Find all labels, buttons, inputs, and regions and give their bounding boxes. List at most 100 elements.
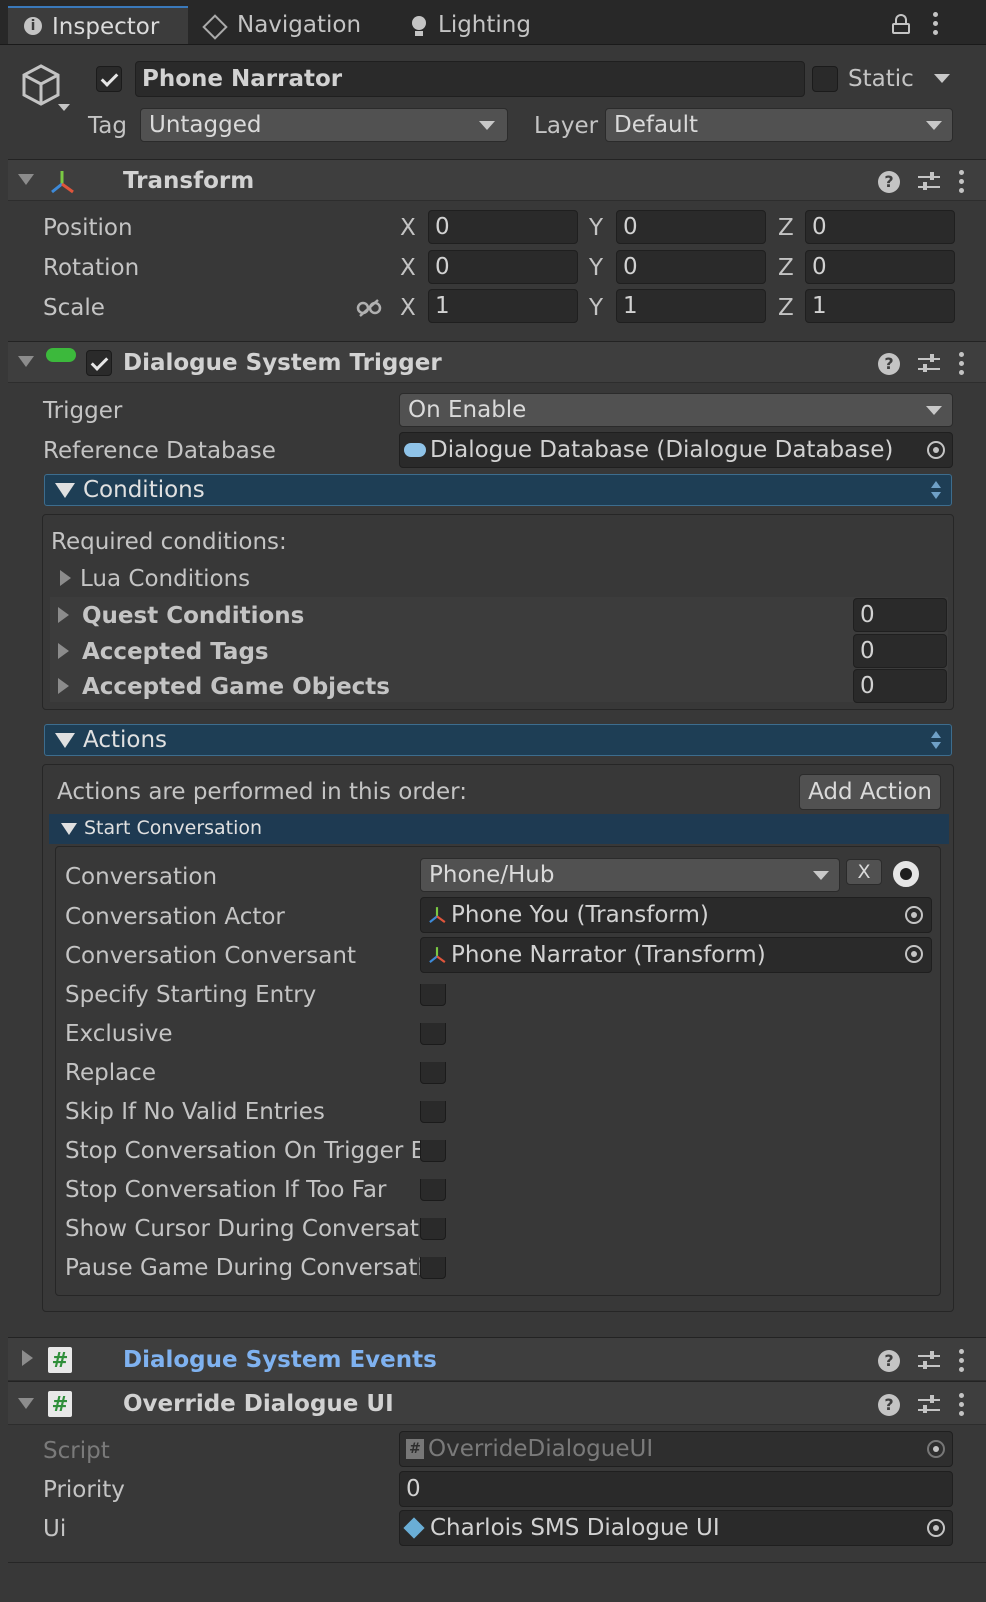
dialogue-system-trigger-header[interactable]: Dialogue System Trigger ?	[8, 341, 986, 383]
reference-database-label: Reference Database	[43, 438, 276, 464]
tab-lighting[interactable]: Lighting	[396, 6, 576, 44]
rotation-y-label[interactable]: Y	[589, 257, 603, 280]
show-cursor-checkbox[interactable]	[420, 1218, 446, 1240]
help-icon[interactable]: ?	[878, 1393, 900, 1416]
lock-icon[interactable]	[892, 14, 910, 34]
scale-z-field[interactable]: 1	[805, 289, 955, 323]
conditions-foldout[interactable]: Conditions	[44, 474, 952, 506]
component-menu-icon[interactable]	[958, 1393, 964, 1416]
quest-foldout-icon[interactable]	[58, 607, 69, 623]
position-y-label[interactable]: Y	[589, 217, 603, 240]
conversation-dropdown[interactable]: Phone/Hub	[420, 858, 840, 892]
transform-header[interactable]: Transform ?	[8, 159, 986, 201]
foldout-icon	[55, 483, 75, 498]
position-y-field[interactable]: 0	[616, 210, 766, 244]
conversation-actor-field[interactable]: Phone You (Transform)	[420, 897, 932, 933]
object-picker-icon[interactable]	[905, 906, 923, 924]
object-picker-icon[interactable]	[927, 1519, 945, 1537]
tab-menu-icon[interactable]	[932, 12, 938, 35]
start-conversation-header[interactable]: Start Conversation	[49, 814, 949, 844]
accepted-game-objects-label[interactable]: Accepted Game Objects	[82, 676, 390, 699]
ui-field[interactable]: Charlois SMS Dialogue UI	[399, 1510, 953, 1546]
lua-foldout-icon[interactable]	[60, 570, 71, 586]
position-z-label[interactable]: Z	[778, 217, 794, 240]
position-z-field[interactable]: 0	[805, 210, 955, 244]
clear-conversation-button[interactable]: X	[846, 859, 882, 885]
static-checkbox[interactable]	[812, 66, 838, 92]
lua-conditions-label[interactable]: Lua Conditions	[80, 568, 250, 591]
stop-on-trigger-exit-checkbox[interactable]	[420, 1140, 446, 1162]
ui-value: Charlois SMS Dialogue UI	[430, 1515, 720, 1541]
scale-x-field[interactable]: 1	[428, 289, 578, 323]
accepted-tags-label[interactable]: Accepted Tags	[82, 641, 269, 664]
navigation-icon	[202, 14, 228, 40]
replace-checkbox[interactable]	[420, 1062, 446, 1084]
preset-icon[interactable]	[918, 171, 940, 192]
conversation-label: Conversation	[65, 864, 218, 890]
rotation-z-field[interactable]: 0	[805, 250, 955, 284]
position-x-field[interactable]: 0	[428, 210, 578, 244]
quest-conditions-label[interactable]: Quest Conditions	[82, 605, 304, 628]
object-name-field[interactable]: Phone Narrator	[135, 61, 805, 97]
reorder-icon[interactable]	[931, 481, 941, 499]
scale-x-value: 1	[435, 293, 450, 319]
exclusive-checkbox[interactable]	[420, 1023, 446, 1045]
override-dialogue-ui-header[interactable]: # Override Dialogue UI ?	[8, 1381, 986, 1425]
skip-if-no-valid-entries-checkbox[interactable]	[420, 1101, 446, 1123]
gameobject-icon-dropdown[interactable]	[58, 104, 70, 111]
component-menu-icon[interactable]	[958, 352, 964, 375]
dst-enabled-checkbox[interactable]	[86, 350, 112, 376]
stop-if-too-far-checkbox[interactable]	[420, 1179, 446, 1201]
unlinked-scale-icon[interactable]	[356, 298, 382, 318]
foldout-icon[interactable]	[18, 174, 34, 185]
scale-y-label[interactable]: Y	[589, 297, 603, 320]
scale-y-field[interactable]: 1	[616, 289, 766, 323]
foldout-icon[interactable]	[18, 356, 34, 367]
tags-foldout-icon[interactable]	[58, 643, 69, 659]
conversation-conversant-field[interactable]: Phone Narrator (Transform)	[420, 937, 932, 973]
conversation-actor-label: Conversation Actor	[65, 904, 285, 930]
add-action-button[interactable]: Add Action	[799, 774, 941, 810]
actions-order-label: Actions are performed in this order:	[57, 779, 467, 805]
preset-icon[interactable]	[918, 353, 940, 374]
rotation-y-field[interactable]: 0	[616, 250, 766, 284]
component-menu-icon[interactable]	[958, 170, 964, 193]
conversation-picker-icon[interactable]	[893, 861, 919, 887]
quest-conditions-count[interactable]: 0	[853, 598, 947, 632]
rotation-z-label[interactable]: Z	[778, 257, 794, 280]
reference-database-field[interactable]: Dialogue Database (Dialogue Database)	[399, 432, 953, 468]
tab-inspector[interactable]: i Inspector	[8, 6, 188, 44]
active-checkbox[interactable]	[96, 66, 122, 92]
help-icon[interactable]: ?	[878, 170, 900, 193]
rotation-x-field[interactable]: 0	[428, 250, 578, 284]
accepted-tags-count[interactable]: 0	[853, 634, 947, 668]
accepted-game-objects-count[interactable]: 0	[853, 669, 947, 703]
layer-dropdown[interactable]: Default	[605, 108, 953, 142]
specify-starting-entry-checkbox[interactable]	[420, 984, 446, 1006]
scale-x-label[interactable]: X	[400, 297, 416, 320]
position-x-label[interactable]: X	[400, 217, 416, 240]
component-menu-icon[interactable]	[958, 1349, 964, 1372]
scale-y-value: 1	[623, 293, 638, 319]
pause-game-checkbox[interactable]	[420, 1257, 446, 1279]
dialogue-system-events-header[interactable]: # Dialogue System Events ?	[8, 1337, 986, 1381]
priority-field[interactable]: 0	[399, 1471, 953, 1507]
objects-foldout-icon[interactable]	[58, 678, 69, 694]
foldout-icon[interactable]	[22, 1350, 33, 1366]
preset-icon[interactable]	[918, 1394, 940, 1415]
trigger-dropdown[interactable]: On Enable	[399, 393, 953, 427]
help-icon[interactable]: ?	[878, 352, 900, 375]
tag-dropdown[interactable]: Untagged	[140, 108, 508, 142]
object-picker-icon[interactable]	[905, 945, 923, 963]
rotation-x-label[interactable]: X	[400, 257, 416, 280]
actions-foldout[interactable]: Actions	[44, 724, 952, 756]
static-dropdown-icon[interactable]	[934, 74, 950, 83]
help-icon[interactable]: ?	[878, 1349, 900, 1372]
reorder-icon[interactable]	[931, 731, 941, 749]
preset-icon[interactable]	[918, 1350, 940, 1371]
tab-navigation[interactable]: Navigation	[192, 6, 382, 44]
object-picker-icon[interactable]	[927, 441, 945, 459]
foldout-icon[interactable]	[18, 1398, 34, 1409]
scale-z-label[interactable]: Z	[778, 297, 794, 320]
tags-count-value: 0	[860, 638, 875, 664]
